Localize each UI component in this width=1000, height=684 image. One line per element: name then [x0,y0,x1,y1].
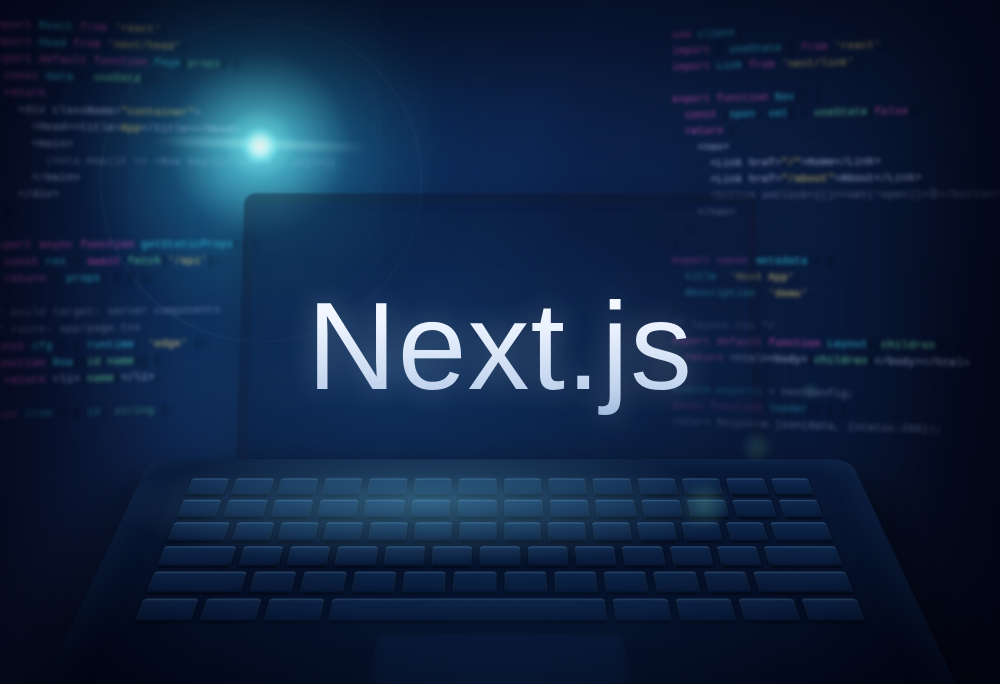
lens-ghost [680,480,730,530]
title-text: Next.js [307,276,693,418]
desk-glow [0,504,1000,684]
lens-ghost [800,380,822,402]
hero-image: import React from 'react'; import Head f… [0,0,1000,684]
lens-flare [238,124,282,168]
lens-ghost [740,430,774,464]
